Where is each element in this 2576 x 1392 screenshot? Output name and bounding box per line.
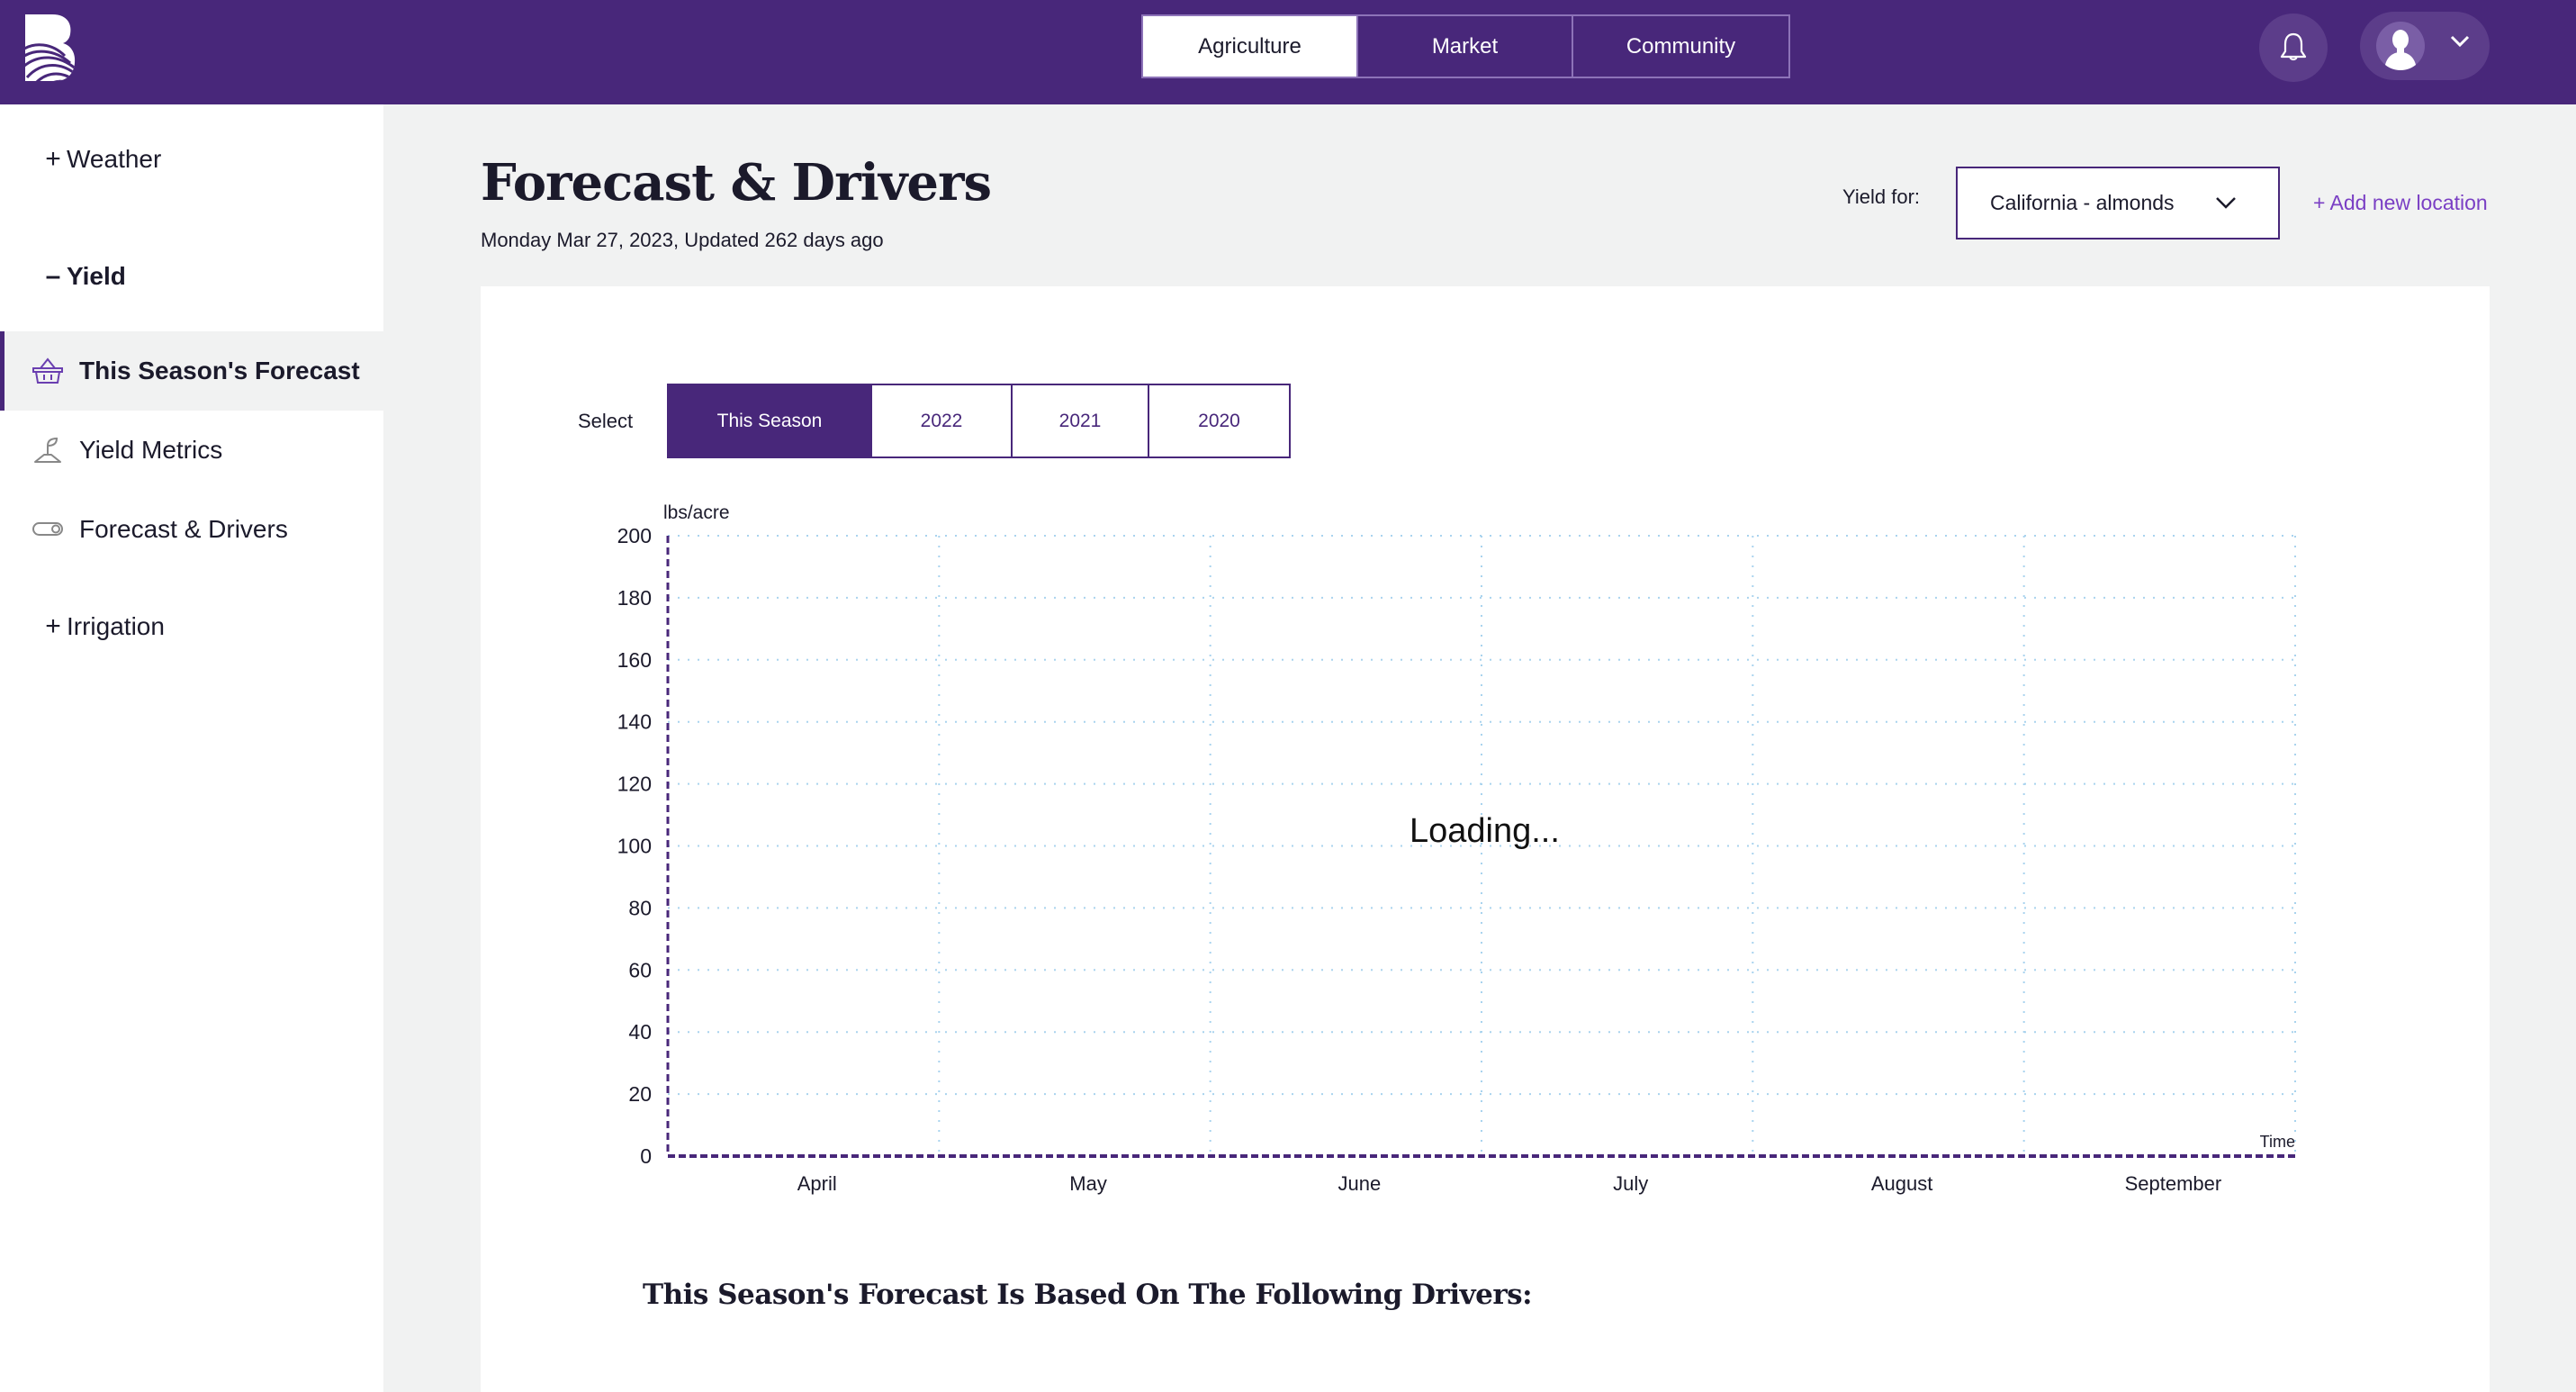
sidebar-section-weather[interactable]: + Weather — [43, 144, 161, 175]
toggle-icon — [32, 516, 63, 543]
sidebar-section-label: Irrigation — [67, 612, 165, 640]
tab-market[interactable]: Market — [1358, 16, 1573, 77]
page-title: Forecast & Drivers — [481, 153, 992, 212]
yield-for-label: Yield for: — [1842, 185, 1921, 208]
season-tab-this-season[interactable]: This Season — [669, 385, 872, 456]
sidebar-item-this-seasons-forecast[interactable]: This Season's Forecast — [0, 331, 383, 411]
basket-icon — [32, 357, 63, 384]
expand-plus-icon: + — [45, 144, 61, 174]
sidebar-item-label: Yield Metrics — [79, 436, 223, 464]
sidebar-section-yield[interactable]: – Yield — [43, 261, 126, 292]
season-tab-2021[interactable]: 2021 — [1013, 385, 1149, 456]
season-selector: This Season 2022 2021 2020 — [667, 384, 1291, 458]
tab-community[interactable]: Community — [1573, 16, 1788, 77]
notifications-button[interactable] — [2259, 14, 2328, 82]
yield-location-select[interactable]: California - almonds — [1956, 167, 2280, 240]
top-navigation-bar: Agriculture Market Community — [0, 0, 2576, 104]
season-tab-2020[interactable]: 2020 — [1149, 385, 1289, 456]
sidebar-item-forecast-drivers[interactable]: Forecast & Drivers — [0, 490, 383, 569]
sidebar-item-label: This Season's Forecast — [79, 357, 360, 384]
last-updated-text: Monday Mar 27, 2023, Updated 262 days ag… — [481, 229, 884, 251]
chevron-down-icon — [2450, 35, 2470, 48]
brand-logo-icon[interactable] — [25, 14, 76, 81]
season-tab-2022[interactable]: 2022 — [872, 385, 1013, 456]
add-new-location-link[interactable]: + Add new location — [2313, 191, 2488, 215]
sidebar: + Weather – Yield This Season's Forecast… — [0, 104, 383, 1392]
sidebar-section-irrigation[interactable]: + Irrigation — [43, 611, 165, 642]
sprout-icon — [32, 437, 63, 464]
main-nav-tabs: Agriculture Market Community — [1141, 14, 1790, 78]
sidebar-section-label: Weather — [67, 145, 162, 173]
expand-plus-icon: + — [45, 611, 61, 641]
user-menu-button[interactable] — [2360, 12, 2490, 80]
bell-icon — [2280, 32, 2307, 61]
sidebar-item-label: Forecast & Drivers — [79, 515, 288, 543]
chevron-down-icon — [2216, 197, 2236, 209]
user-avatar-icon — [2376, 22, 2425, 70]
sidebar-item-yield-metrics[interactable]: Yield Metrics — [0, 411, 383, 490]
drivers-heading: This Season's Forecast Is Based On The F… — [643, 1279, 1533, 1311]
sidebar-section-label: Yield — [67, 262, 126, 290]
selected-location: California - almonds — [1990, 191, 2175, 214]
season-select-label: Select — [578, 410, 634, 432]
chart-loading-indicator: Loading... — [1410, 812, 1560, 850]
tab-agriculture[interactable]: Agriculture — [1143, 16, 1358, 77]
collapse-minus-icon: – — [45, 261, 61, 291]
